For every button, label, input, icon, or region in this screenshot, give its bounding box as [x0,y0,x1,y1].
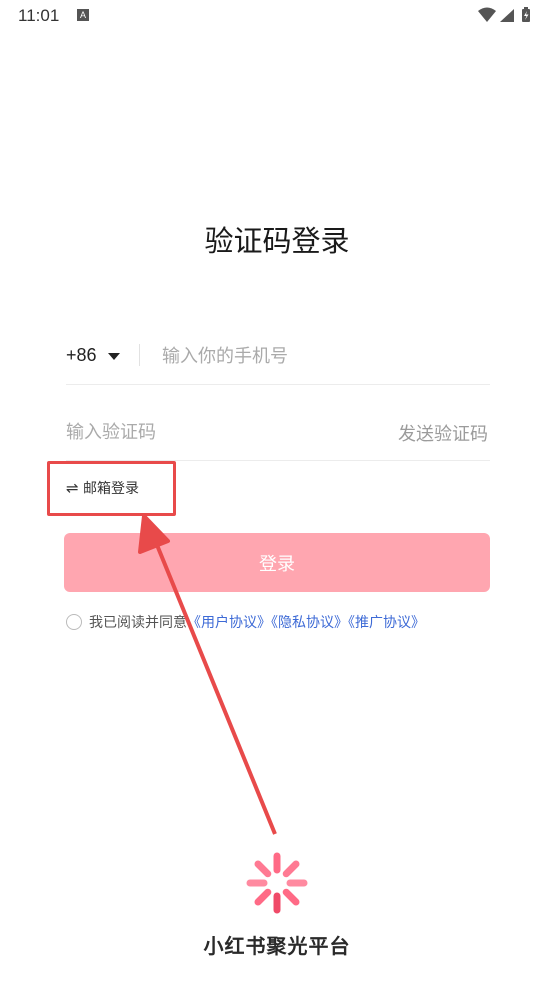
annotation-highlight-box [47,461,176,516]
divider [139,344,140,366]
phone-row: +86 [66,332,490,385]
notification-a-icon: A [77,9,89,21]
brand-name: 小红书聚光平台 [203,934,351,958]
status-time: 11:01 [18,6,60,25]
status-bar: 11:01 A [0,0,554,32]
promo-agreement-link[interactable]: 《推广协议》 [348,615,425,631]
verification-code-input[interactable] [66,416,326,448]
page-title: 验证码登录 [204,224,350,258]
caret-down-icon[interactable] [108,353,120,360]
brand-logo-icon [246,852,308,914]
login-button[interactable]: 登录 [64,533,490,592]
wifi-icon [478,7,496,22]
country-code-selector[interactable]: +86 [66,345,97,366]
agreement-prefix: 我已阅读并同意 [89,615,187,631]
verification-code-row: 发送验证码 [66,410,490,461]
signal-icon [500,9,514,22]
send-code-button[interactable]: 发送验证码 [398,420,488,446]
phone-input[interactable] [162,340,482,372]
user-agreement-link[interactable]: 《用户协议》 [187,615,271,631]
agreement-text: 我已阅读并同意《用户协议》《隐私协议》《推广协议》 [89,612,425,632]
agreement-checkbox[interactable] [66,614,82,630]
status-indicators [476,6,538,24]
privacy-agreement-link[interactable]: 《隐私协议》 [271,615,348,631]
battery-icon [522,7,530,22]
